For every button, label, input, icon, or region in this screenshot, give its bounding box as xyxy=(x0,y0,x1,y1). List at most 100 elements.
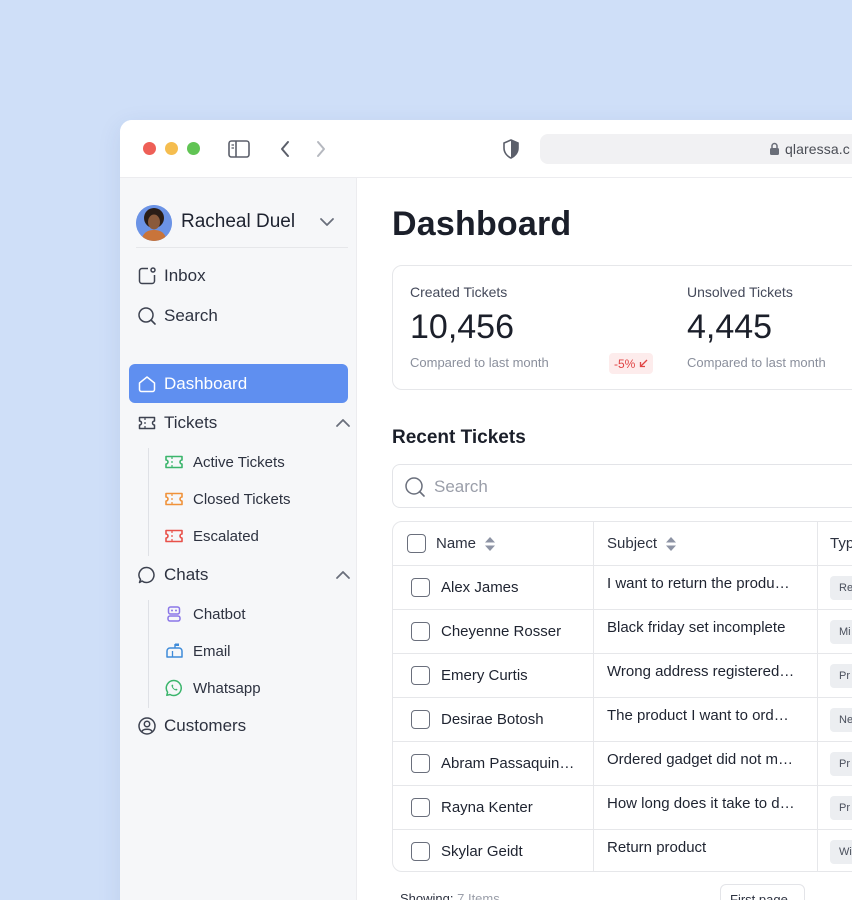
chevron-down-icon[interactable] xyxy=(319,214,335,232)
ticket-subject: The product I want to ord… xyxy=(607,707,789,724)
sort-icon[interactable] xyxy=(484,536,496,552)
sidebar-item-chats[interactable]: Chats xyxy=(136,561,351,589)
maximize-window-button[interactable] xyxy=(187,142,200,155)
sidebar-item-email[interactable]: Email xyxy=(164,639,231,663)
row-checkbox[interactable] xyxy=(411,754,430,773)
ticket-icon xyxy=(164,526,184,546)
first-page-button[interactable]: First page xyxy=(720,884,805,900)
stat-compare: Compared to last month xyxy=(410,355,549,370)
sidebar-item-label: Dashboard xyxy=(164,373,248,393)
ticket-name: Rayna Kenter xyxy=(441,799,533,816)
sidebar-item-active-tickets[interactable]: Active Tickets xyxy=(164,450,285,474)
mailbox-icon xyxy=(164,641,184,661)
sidebar-toggle-icon[interactable] xyxy=(227,137,251,161)
row-checkbox[interactable] xyxy=(411,622,430,641)
lock-icon xyxy=(769,142,780,161)
profile-switcher[interactable]: Racheal Duel xyxy=(136,203,348,248)
sidebar-item-label: Active Tickets xyxy=(193,453,285,471)
sidebar-item-inbox[interactable]: Inbox xyxy=(136,262,348,290)
sidebar-item-label: Chats xyxy=(164,565,209,584)
change-badge: -5% xyxy=(609,353,654,374)
sidebar-item-label: Tickets xyxy=(164,413,218,432)
row-checkbox[interactable] xyxy=(411,710,430,729)
table-row[interactable]: Emery Curtis Wrong address registered… P… xyxy=(393,654,852,698)
minimize-window-button[interactable] xyxy=(165,142,178,155)
change-value: -5% xyxy=(614,356,636,371)
table-row[interactable]: Alex James I want to return the produ… R… xyxy=(393,566,852,610)
user-circle-icon xyxy=(136,715,158,737)
sort-icon[interactable] xyxy=(665,536,677,552)
ticket-subject: Ordered gadget did not m… xyxy=(607,751,793,768)
showing-label: Showing: xyxy=(400,891,454,900)
ticket-icon xyxy=(164,489,184,509)
row-checkbox[interactable] xyxy=(411,578,430,597)
search-placeholder: Search xyxy=(434,477,488,496)
sidebar-item-label: Customers xyxy=(164,716,247,735)
ticket-type-badge: Pr xyxy=(830,796,852,820)
ticket-name: Alex James xyxy=(441,579,519,596)
table-header: Name Subject Typ xyxy=(393,522,852,566)
sidebar-item-tickets[interactable]: Tickets xyxy=(136,409,351,437)
ticket-name: Emery Curtis xyxy=(441,667,528,684)
column-header-name[interactable]: Name xyxy=(436,535,496,552)
select-all-checkbox[interactable] xyxy=(407,534,426,553)
sidebar-item-closed-tickets[interactable]: Closed Tickets xyxy=(164,487,291,511)
column-header-label: Typ xyxy=(830,535,852,552)
sidebar-item-whatsapp[interactable]: Whatsapp xyxy=(164,676,261,700)
sidebar: Racheal Duel Inbox Search Dashboard Tick… xyxy=(120,178,357,900)
column-header-subject[interactable]: Subject xyxy=(607,535,677,552)
chat-bubble-icon xyxy=(136,564,158,586)
ticket-subject: I want to return the produ… xyxy=(607,575,790,592)
ticket-name: Skylar Geidt xyxy=(441,843,523,860)
ticket-subject: Wrong address registered… xyxy=(607,663,795,680)
stat-label: Created Tickets xyxy=(410,284,508,300)
table-row[interactable]: Cheyenne Rosser Black friday set incompl… xyxy=(393,610,852,654)
address-bar[interactable]: qlaressa.c xyxy=(540,134,852,164)
table-row[interactable]: Desirae Botosh The product I want to ord… xyxy=(393,698,852,742)
whatsapp-icon xyxy=(164,678,184,698)
chevron-right-icon[interactable] xyxy=(309,137,333,161)
stats-card: Created Tickets 10,456 Compared to last … xyxy=(392,265,852,390)
arrow-down-left-icon xyxy=(639,357,648,371)
main-content: Dashboard Created Tickets 10,456 Compare… xyxy=(357,178,852,900)
table-row[interactable]: Skylar Geidt Return product Wi xyxy=(393,830,852,871)
sidebar-item-label: Inbox xyxy=(164,266,206,285)
ticket-icon xyxy=(164,452,184,472)
sidebar-item-customers[interactable]: Customers xyxy=(136,712,348,740)
home-icon xyxy=(136,373,158,395)
shield-icon[interactable] xyxy=(499,137,523,161)
close-window-button[interactable] xyxy=(143,142,156,155)
column-header-type[interactable]: Typ xyxy=(830,535,852,552)
row-checkbox[interactable] xyxy=(411,842,430,861)
sidebar-item-dashboard[interactable]: Dashboard xyxy=(129,364,348,403)
ticket-search-input[interactable]: Search xyxy=(392,464,852,508)
sidebar-item-label: Escalated xyxy=(193,527,259,545)
ticket-type-badge: Wi xyxy=(830,840,852,864)
sidebar-item-label: Chatbot xyxy=(193,605,246,623)
ticket-icon xyxy=(136,412,158,434)
row-checkbox[interactable] xyxy=(411,798,430,817)
sidebar-item-escalated[interactable]: Escalated xyxy=(164,524,259,548)
search-icon xyxy=(136,305,158,327)
tree-line xyxy=(148,448,149,556)
table-row[interactable]: Abram Passaquin… Ordered gadget did not … xyxy=(393,742,852,786)
chevron-up-icon[interactable] xyxy=(335,565,351,585)
tree-line xyxy=(148,600,149,708)
browser-titlebar: qlaressa.c xyxy=(120,120,852,178)
search-icon xyxy=(404,476,426,503)
table-row[interactable]: Rayna Kenter How long does it take to d…… xyxy=(393,786,852,830)
ticket-subject: How long does it take to d… xyxy=(607,795,795,812)
chevron-up-icon[interactable] xyxy=(335,413,351,433)
sidebar-item-search[interactable]: Search xyxy=(136,302,348,330)
tickets-table: Name Subject Typ Alex James I want to re… xyxy=(392,521,852,872)
sidebar-item-chatbot[interactable]: Chatbot xyxy=(164,602,246,626)
ticket-subject: Return product xyxy=(607,839,707,856)
row-checkbox[interactable] xyxy=(411,666,430,685)
chevron-left-icon[interactable] xyxy=(273,137,297,161)
robot-icon xyxy=(164,604,184,624)
ticket-type-badge: Ne xyxy=(830,708,852,732)
avatar xyxy=(136,205,172,241)
stat-label: Unsolved Tickets xyxy=(687,284,793,300)
browser-window: qlaressa.c Racheal Duel Inbox Search Das… xyxy=(120,120,852,900)
showing-count: Showing: 7 Items xyxy=(400,891,500,900)
